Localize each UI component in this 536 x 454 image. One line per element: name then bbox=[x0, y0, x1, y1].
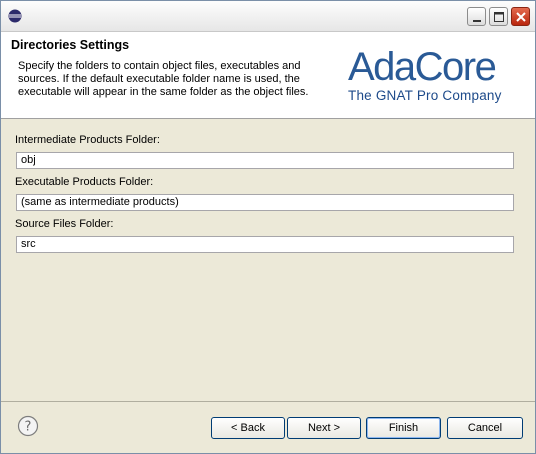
source-folder-label: Source Files Folder: bbox=[15, 218, 114, 230]
help-icon[interactable]: ? bbox=[17, 415, 39, 437]
minimize-icon bbox=[473, 20, 481, 22]
logo-wordmark: AdaCore bbox=[348, 45, 497, 89]
finish-button[interactable]: Finish bbox=[366, 417, 441, 439]
close-icon bbox=[516, 12, 526, 22]
executable-folder-input[interactable]: (same as intermediate products) bbox=[16, 194, 514, 211]
next-button[interactable]: Next > bbox=[287, 417, 361, 439]
intermediate-folder-label: Intermediate Products Folder: bbox=[15, 134, 160, 146]
logo-tagline: The GNAT Pro Company bbox=[348, 88, 502, 103]
close-button[interactable] bbox=[511, 7, 530, 26]
maximize-icon bbox=[494, 12, 504, 22]
minimize-button[interactable] bbox=[467, 7, 486, 26]
executable-folder-label: Executable Products Folder: bbox=[15, 176, 154, 188]
page-description: Specify the folders to contain object fi… bbox=[18, 60, 309, 98]
wizard-header: Directories Settings Specify the folders… bbox=[1, 32, 535, 119]
title-bar bbox=[1, 1, 535, 32]
svg-text:?: ? bbox=[25, 420, 32, 435]
source-folder-input[interactable]: src bbox=[16, 236, 514, 253]
back-button[interactable]: < Back bbox=[211, 417, 285, 439]
footer-separator bbox=[1, 401, 535, 402]
page-title: Directories Settings bbox=[11, 38, 130, 52]
wizard-content: Intermediate Products Folder: obj Execut… bbox=[1, 119, 535, 399]
wizard-window: Directories Settings Specify the folders… bbox=[0, 0, 536, 454]
maximize-button[interactable] bbox=[489, 7, 508, 26]
cancel-button[interactable]: Cancel bbox=[447, 417, 523, 439]
adacore-logo: AdaCore The GNAT Pro Company bbox=[348, 44, 518, 114]
intermediate-folder-input[interactable]: obj bbox=[16, 152, 514, 169]
eclipse-icon bbox=[8, 9, 22, 23]
